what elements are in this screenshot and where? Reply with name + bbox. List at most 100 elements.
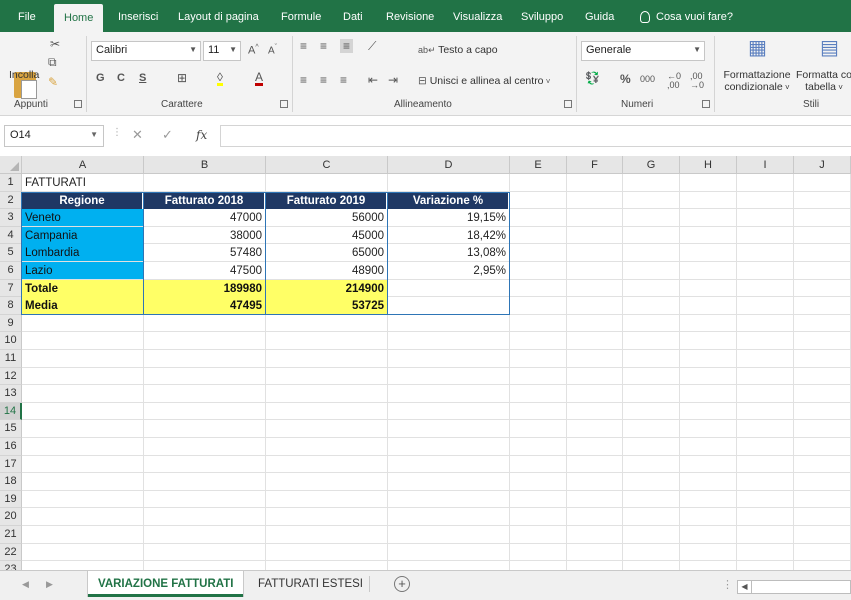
cell-b2[interactable]: Fatturato 2018 — [144, 191, 265, 209]
prev-sheet-icon[interactable]: ◀ — [22, 579, 29, 590]
paste-button-label[interactable]: Incolla — [9, 69, 39, 81]
borders-icon[interactable]: ⊞ — [177, 72, 187, 84]
row-header-8[interactable]: 8 — [0, 297, 22, 315]
select-all-corner[interactable] — [0, 156, 22, 174]
bold-button[interactable]: G — [96, 73, 105, 84]
tab-sviluppo[interactable]: Sviluppo — [521, 0, 563, 32]
column-header-g[interactable]: G — [623, 156, 680, 174]
row-header-4[interactable]: 4 — [0, 226, 22, 245]
increase-indent-icon[interactable]: ⇥ — [388, 74, 398, 86]
row-header-13[interactable]: 13 — [0, 385, 22, 403]
cell-d4[interactable]: 18,42% — [388, 227, 509, 244]
tab-inserisci[interactable]: Inserisci — [118, 0, 158, 32]
number-launcher-icon[interactable] — [702, 100, 710, 108]
cell-b8[interactable]: 47495 — [144, 297, 265, 315]
cell-a1[interactable]: FATTURATI — [22, 174, 143, 191]
tab-revisione[interactable]: Revisione — [386, 0, 434, 32]
conditional-formatting-button[interactable]: Formattazione condizionale ˅ — [721, 69, 793, 93]
cell-c4[interactable]: 45000 — [266, 227, 387, 244]
decrease-indent-icon[interactable]: ⇤ — [368, 74, 378, 86]
row-header-21[interactable]: 21 — [0, 526, 22, 544]
tab-dati[interactable]: Dati — [343, 0, 363, 32]
italic-button[interactable]: C — [117, 73, 125, 84]
merge-center-button[interactable]: ⊟ Unisci e allinea al centro ˅ — [418, 75, 550, 87]
column-header-i[interactable]: I — [737, 156, 794, 174]
tab-home[interactable]: Home — [54, 4, 104, 32]
increase-font-icon[interactable]: A^ — [248, 44, 259, 57]
tab-formule[interactable]: Formule — [281, 0, 321, 32]
cell-c2[interactable]: Fatturato 2019 — [266, 191, 387, 209]
format-as-table-button[interactable]: Formatta co tabella ˅ — [794, 69, 851, 93]
fill-color-icon[interactable]: ◊ — [217, 71, 223, 86]
decrease-font-icon[interactable]: Aˇ — [268, 44, 277, 56]
currency-icon[interactable]: 💱 — [585, 72, 600, 84]
tab-visualizza[interactable]: Visualizza — [453, 0, 502, 32]
increase-decimal-icon[interactable]: ←0,00 — [667, 72, 681, 90]
conditional-formatting-icon[interactable]: ▦ — [748, 38, 767, 58]
copy-icon[interactable]: ⧉ — [48, 56, 57, 68]
format-as-table-icon[interactable]: ▤ — [820, 38, 839, 58]
cell-a5[interactable]: Lombardia — [22, 244, 143, 262]
orientation-icon[interactable]: ⟋ — [368, 40, 376, 52]
horizontal-scrollbar[interactable]: ◀ — [737, 580, 851, 594]
row-header-11[interactable]: 11 — [0, 350, 22, 368]
row-header-9[interactable]: 9 — [0, 314, 22, 333]
tab-file[interactable]: File — [18, 0, 36, 32]
cell-d5[interactable]: 13,08% — [388, 244, 509, 261]
percent-button[interactable]: % — [620, 73, 631, 85]
worksheet-grid[interactable]: A B C D E F G H I J 1 2 3 4 5 6 7 8 9 10 11 12 13 14 15 16 17 18 19 2… — [0, 156, 851, 570]
scroll-left-icon[interactable]: ◀ — [738, 581, 752, 593]
cell-c6[interactable]: 48900 — [266, 262, 387, 279]
font-launcher-icon[interactable] — [280, 100, 288, 108]
column-header-d[interactable]: D — [388, 156, 510, 174]
clipboard-launcher-icon[interactable] — [74, 100, 82, 108]
row-header-15[interactable]: 15 — [0, 420, 22, 438]
align-center-icon[interactable]: ≡ — [320, 74, 327, 86]
row-header-19[interactable]: 19 — [0, 490, 22, 509]
font-name-select[interactable]: Calibri ▼ — [91, 41, 201, 61]
column-header-h[interactable]: H — [680, 156, 737, 174]
column-header-f[interactable]: F — [567, 156, 623, 174]
decrease-decimal-icon[interactable]: ,00 →0 — [690, 72, 704, 90]
cancel-icon[interactable]: ✕ — [132, 127, 143, 143]
tab-guida[interactable]: Guida — [585, 0, 614, 32]
cell-a6[interactable]: Lazio — [22, 262, 143, 279]
row-header-14[interactable]: 14 — [0, 402, 22, 421]
cell-c5[interactable]: 65000 — [266, 244, 387, 261]
cell-c8[interactable]: 53725 — [266, 297, 387, 315]
sheet-tab-variazione-fatturati[interactable]: VARIAZIONE FATTURATI — [88, 571, 244, 597]
cell-a4[interactable]: Campania — [22, 226, 143, 244]
cell-c7[interactable]: 214900 — [266, 279, 387, 297]
column-header-c[interactable]: C — [266, 156, 388, 174]
cell-a7[interactable]: Totale — [22, 279, 143, 297]
align-top-icon[interactable]: ≡ — [300, 40, 307, 52]
add-sheet-icon[interactable]: + — [394, 576, 410, 592]
row-header-17[interactable]: 17 — [0, 455, 22, 474]
font-size-select[interactable]: 11 ▼ — [203, 41, 241, 61]
sheet-tab-fatturati-estesi[interactable]: FATTURATI ESTESI — [248, 571, 373, 597]
insert-function-icon[interactable]: fx — [196, 128, 207, 142]
enter-icon[interactable]: ✓ — [162, 127, 173, 143]
row-header-7[interactable]: 7 — [0, 279, 22, 298]
cell-b5[interactable]: 57480 — [144, 244, 265, 261]
row-header-16[interactable]: 16 — [0, 438, 22, 456]
underline-button[interactable]: S — [139, 73, 146, 84]
align-right-icon[interactable]: ≡ — [340, 74, 347, 86]
row-header-22[interactable]: 22 — [0, 543, 22, 562]
row-header-5[interactable]: 5 — [0, 244, 22, 262]
format-painter-icon[interactable]: ✎ — [48, 76, 58, 88]
column-header-b[interactable]: B — [144, 156, 266, 174]
column-header-e[interactable]: E — [510, 156, 567, 174]
cell-d3[interactable]: 19,15% — [388, 209, 509, 226]
align-middle-icon[interactable]: ≡ — [320, 40, 327, 52]
tell-me-search[interactable]: Cosa vuoi fare? — [640, 0, 733, 32]
row-header-12[interactable]: 12 — [0, 367, 22, 386]
column-header-a[interactable]: A — [22, 156, 144, 174]
row-header-6[interactable]: 6 — [0, 262, 22, 280]
column-header-j[interactable]: J — [794, 156, 851, 174]
cut-icon[interactable]: ✂ — [50, 38, 60, 50]
font-color-icon[interactable]: A — [255, 71, 264, 86]
row-header-1[interactable]: 1 — [0, 174, 22, 192]
formula-input[interactable] — [220, 125, 851, 147]
cell-b7[interactable]: 189980 — [144, 279, 265, 297]
